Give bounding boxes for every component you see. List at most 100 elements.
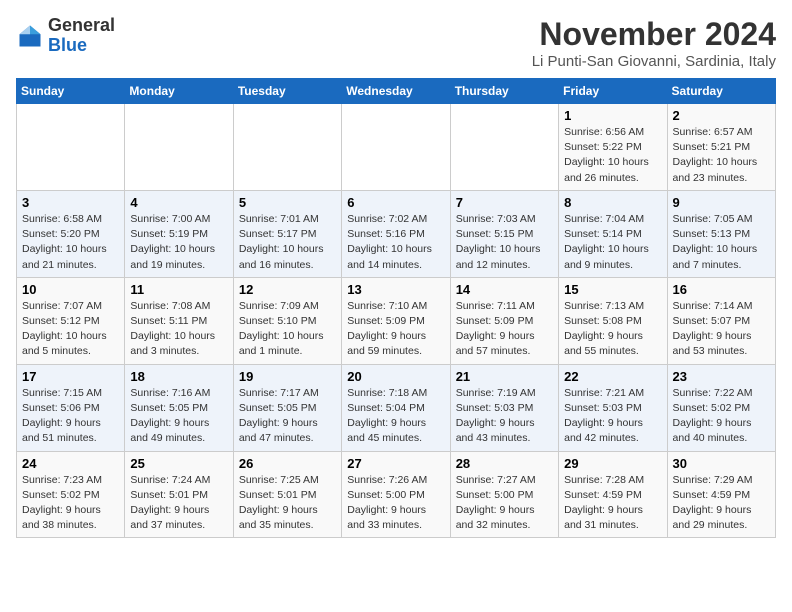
day-number: 22 — [564, 369, 661, 384]
day-number: 6 — [347, 195, 444, 210]
calendar-cell: 30 Sunrise: 7:29 AMSunset: 4:59 PMDayligh… — [667, 451, 775, 538]
day-info: Sunrise: 6:57 AMSunset: 5:21 PMDaylight:… — [673, 125, 770, 186]
calendar-body: 1 Sunrise: 6:56 AMSunset: 5:22 PMDaylight… — [17, 104, 776, 538]
day-number: 15 — [564, 282, 661, 297]
calendar-cell — [233, 104, 341, 191]
day-info: Sunrise: 7:05 AMSunset: 5:13 PMDaylight:… — [673, 212, 770, 273]
week-row-1: 1 Sunrise: 6:56 AMSunset: 5:22 PMDaylight… — [17, 104, 776, 191]
calendar-cell — [125, 104, 233, 191]
day-info: Sunrise: 6:56 AMSunset: 5:22 PMDaylight:… — [564, 125, 661, 186]
day-number: 20 — [347, 369, 444, 384]
day-info: Sunrise: 7:24 AMSunset: 5:01 PMDaylight:… — [130, 473, 227, 534]
day-info: Sunrise: 7:03 AMSunset: 5:15 PMDaylight:… — [456, 212, 553, 273]
day-number: 13 — [347, 282, 444, 297]
logo-blue: Blue — [48, 35, 87, 55]
day-number: 29 — [564, 456, 661, 471]
day-info: Sunrise: 7:08 AMSunset: 5:11 PMDaylight:… — [130, 299, 227, 360]
day-number: 14 — [456, 282, 553, 297]
day-info: Sunrise: 7:09 AMSunset: 5:10 PMDaylight:… — [239, 299, 336, 360]
day-number: 2 — [673, 108, 770, 123]
day-info: Sunrise: 7:02 AMSunset: 5:16 PMDaylight:… — [347, 212, 444, 273]
day-info: Sunrise: 7:14 AMSunset: 5:07 PMDaylight:… — [673, 299, 770, 360]
calendar-cell: 20 Sunrise: 7:18 AMSunset: 5:04 PMDayligh… — [342, 364, 450, 451]
day-info: Sunrise: 7:21 AMSunset: 5:03 PMDaylight:… — [564, 386, 661, 447]
calendar-cell: 27 Sunrise: 7:26 AMSunset: 5:00 PMDayligh… — [342, 451, 450, 538]
calendar-cell: 21Sunrise: 7:19 AMSunset: 5:03 PMDayligh… — [450, 364, 558, 451]
day-number: 11 — [130, 282, 227, 297]
day-info: Sunrise: 6:58 AMSunset: 5:20 PMDaylight:… — [22, 212, 119, 273]
day-number: 8 — [564, 195, 661, 210]
day-info: Sunrise: 7:26 AMSunset: 5:00 PMDaylight:… — [347, 473, 444, 534]
weekday-saturday: Saturday — [667, 79, 775, 104]
weekday-wednesday: Wednesday — [342, 79, 450, 104]
weekday-monday: Monday — [125, 79, 233, 104]
day-info: Sunrise: 7:17 AMSunset: 5:05 PMDaylight:… — [239, 386, 336, 447]
calendar-cell: 29 Sunrise: 7:28 AMSunset: 4:59 PMDayligh… — [559, 451, 667, 538]
day-number: 26 — [239, 456, 336, 471]
calendar-cell: 5Sunrise: 7:01 AMSunset: 5:17 PMDaylight… — [233, 190, 341, 277]
calendar-cell: 18 Sunrise: 7:16 AMSunset: 5:05 PMDayligh… — [125, 364, 233, 451]
day-number: 28 — [456, 456, 553, 471]
weekday-tuesday: Tuesday — [233, 79, 341, 104]
day-number: 1 — [564, 108, 661, 123]
day-info: Sunrise: 7:18 AMSunset: 5:04 PMDaylight:… — [347, 386, 444, 447]
calendar-cell: 25 Sunrise: 7:24 AMSunset: 5:01 PMDayligh… — [125, 451, 233, 538]
day-number: 30 — [673, 456, 770, 471]
day-info: Sunrise: 7:11 AMSunset: 5:09 PMDaylight:… — [456, 299, 553, 360]
weekday-header-row: SundayMondayTuesdayWednesdayThursdayFrid… — [17, 79, 776, 104]
calendar-cell: 4Sunrise: 7:00 AMSunset: 5:19 PMDaylight… — [125, 190, 233, 277]
calendar-cell: 28 Sunrise: 7:27 AMSunset: 5:00 PMDayligh… — [450, 451, 558, 538]
week-row-3: 10Sunrise: 7:07 AMSunset: 5:12 PMDayligh… — [17, 277, 776, 364]
calendar-cell: 6 Sunrise: 7:02 AMSunset: 5:16 PMDaylight… — [342, 190, 450, 277]
day-info: Sunrise: 7:01 AMSunset: 5:17 PMDaylight:… — [239, 212, 336, 273]
day-number: 19 — [239, 369, 336, 384]
day-number: 9 — [673, 195, 770, 210]
calendar-cell: 11 Sunrise: 7:08 AMSunset: 5:11 PMDayligh… — [125, 277, 233, 364]
calendar-cell: 1 Sunrise: 6:56 AMSunset: 5:22 PMDaylight… — [559, 104, 667, 191]
day-info: Sunrise: 7:28 AMSunset: 4:59 PMDaylight:… — [564, 473, 661, 534]
day-info: Sunrise: 7:19 AMSunset: 5:03 PMDaylight:… — [456, 386, 553, 447]
day-info: Sunrise: 7:10 AMSunset: 5:09 PMDaylight:… — [347, 299, 444, 360]
header: General Blue November 2024 Li Punti-San … — [16, 16, 776, 70]
logo-icon — [16, 22, 44, 50]
calendar-cell: 23Sunrise: 7:22 AMSunset: 5:02 PMDayligh… — [667, 364, 775, 451]
calendar-cell: 16 Sunrise: 7:14 AMSunset: 5:07 PMDayligh… — [667, 277, 775, 364]
calendar-cell: 2 Sunrise: 6:57 AMSunset: 5:21 PMDaylight… — [667, 104, 775, 191]
calendar-cell: 7Sunrise: 7:03 AMSunset: 5:15 PMDaylight… — [450, 190, 558, 277]
logo-text: General Blue — [48, 16, 115, 56]
logo-general: General — [48, 15, 115, 35]
weekday-sunday: Sunday — [17, 79, 125, 104]
day-number: 12 — [239, 282, 336, 297]
day-info: Sunrise: 7:04 AMSunset: 5:14 PMDaylight:… — [564, 212, 661, 273]
calendar-cell: 22 Sunrise: 7:21 AMSunset: 5:03 PMDayligh… — [559, 364, 667, 451]
calendar-cell: 12 Sunrise: 7:09 AMSunset: 5:10 PMDayligh… — [233, 277, 341, 364]
week-row-5: 24Sunrise: 7:23 AMSunset: 5:02 PMDayligh… — [17, 451, 776, 538]
calendar-cell: 9 Sunrise: 7:05 AMSunset: 5:13 PMDaylight… — [667, 190, 775, 277]
calendar-cell: 14 Sunrise: 7:11 AMSunset: 5:09 PMDayligh… — [450, 277, 558, 364]
day-number: 10 — [22, 282, 119, 297]
calendar-cell: 15 Sunrise: 7:13 AMSunset: 5:08 PMDayligh… — [559, 277, 667, 364]
month-title: November 2024 — [532, 16, 776, 53]
day-info: Sunrise: 7:16 AMSunset: 5:05 PMDaylight:… — [130, 386, 227, 447]
logo: General Blue — [16, 16, 115, 56]
calendar-cell: 8 Sunrise: 7:04 AMSunset: 5:14 PMDaylight… — [559, 190, 667, 277]
day-info: Sunrise: 7:23 AMSunset: 5:02 PMDaylight:… — [22, 473, 119, 534]
calendar-cell: 3 Sunrise: 6:58 AMSunset: 5:20 PMDaylight… — [17, 190, 125, 277]
calendar-cell — [17, 104, 125, 191]
day-number: 4 — [130, 195, 227, 210]
day-number: 27 — [347, 456, 444, 471]
day-info: Sunrise: 7:13 AMSunset: 5:08 PMDaylight:… — [564, 299, 661, 360]
weekday-thursday: Thursday — [450, 79, 558, 104]
calendar-cell: 26 Sunrise: 7:25 AMSunset: 5:01 PMDayligh… — [233, 451, 341, 538]
day-info: Sunrise: 7:25 AMSunset: 5:01 PMDaylight:… — [239, 473, 336, 534]
day-number: 23 — [673, 369, 770, 384]
day-number: 16 — [673, 282, 770, 297]
day-number: 3 — [22, 195, 119, 210]
calendar-cell: 10Sunrise: 7:07 AMSunset: 5:12 PMDayligh… — [17, 277, 125, 364]
location-subtitle: Li Punti-San Giovanni, Sardinia, Italy — [532, 53, 776, 70]
day-info: Sunrise: 7:29 AMSunset: 4:59 PMDaylight:… — [673, 473, 770, 534]
day-number: 18 — [130, 369, 227, 384]
day-number: 25 — [130, 456, 227, 471]
calendar-cell: 17Sunrise: 7:15 AMSunset: 5:06 PMDayligh… — [17, 364, 125, 451]
day-info: Sunrise: 7:27 AMSunset: 5:00 PMDaylight:… — [456, 473, 553, 534]
